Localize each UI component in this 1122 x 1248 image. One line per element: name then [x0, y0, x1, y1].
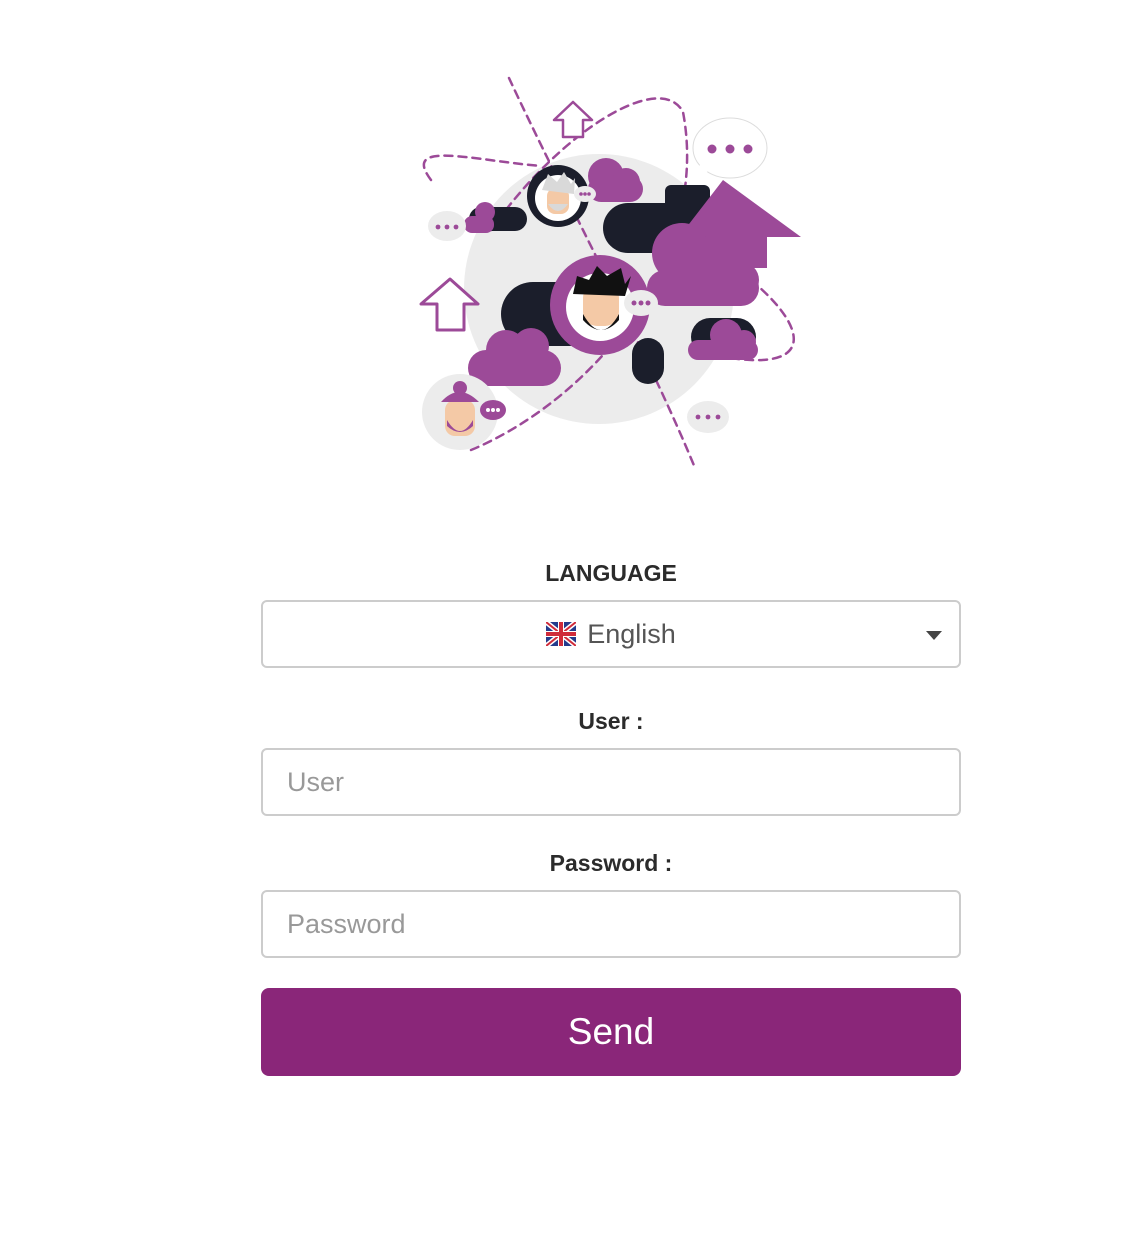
language-label: LANGUAGE — [545, 560, 677, 586]
password-input[interactable] — [261, 890, 961, 958]
login-page: LANGUAGE English User : Password : Send — [0, 0, 1122, 1248]
social-network-illustration — [411, 70, 811, 475]
orbit-line — [422, 154, 543, 182]
chat-bubble-icon — [428, 211, 466, 241]
user-input[interactable] — [261, 748, 961, 816]
chevron-down-icon[interactable] — [926, 631, 942, 640]
user-label: User : — [578, 708, 644, 734]
uk-flag-icon — [546, 622, 577, 646]
login-form: LANGUAGE English User : Password : Send — [261, 556, 961, 1076]
chat-bubble-icon — [687, 401, 729, 433]
language-select-value: English — [587, 618, 676, 649]
dark-pill-shape — [632, 338, 664, 384]
chat-bubble-icon — [692, 117, 768, 179]
cloud-icon — [464, 202, 495, 233]
password-label: Password : — [549, 850, 673, 876]
language-select[interactable]: English — [261, 600, 961, 668]
send-button[interactable]: Send — [261, 988, 961, 1076]
